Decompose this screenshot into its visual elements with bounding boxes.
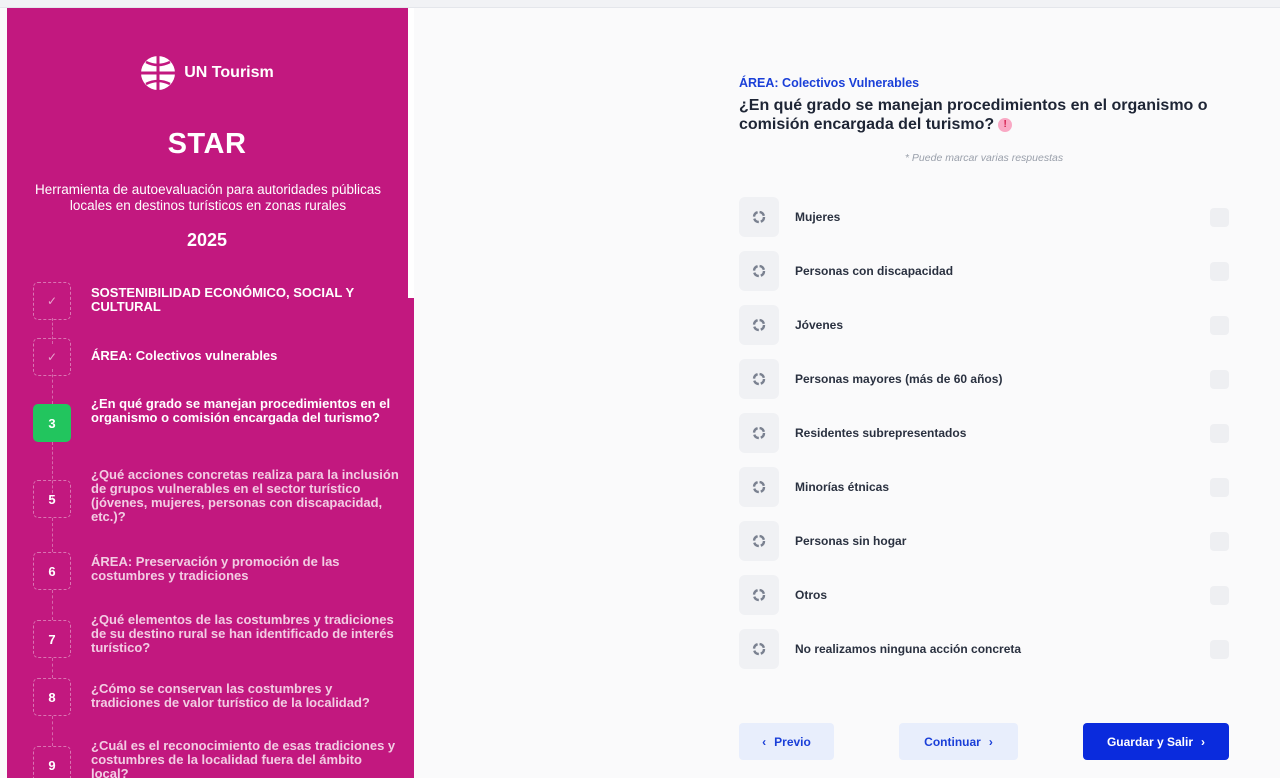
step-label: ¿Cómo se conservan las costumbres y trad… — [91, 681, 370, 710]
question-panel: ÁREA: Colectivos Vulnerables ¿En qué gra… — [414, 8, 1280, 778]
spinner-icon — [739, 467, 779, 507]
multi-select-hint: * Puede marcar varias respuestas — [904, 152, 1064, 164]
answer-checkbox[interactable] — [1210, 208, 1229, 227]
save-and-exit-button[interactable]: Guardar y Salir › — [1083, 723, 1229, 760]
question-text: ¿En qué grado se manejan procedimientos … — [739, 97, 1208, 133]
step-label: ¿Qué elementos de las costumbres y tradi… — [91, 612, 394, 655]
continue-button-label: Continuar — [924, 734, 981, 749]
answer-option-label: Otros — [795, 588, 828, 602]
step-check-icon: ✓ — [33, 282, 71, 320]
answer-option-label: Personas con discapacidad — [795, 264, 954, 278]
answer-option[interactable]: No realizamos ninguna acción concreta — [739, 629, 1229, 669]
answer-option[interactable]: Mujeres — [739, 197, 1229, 237]
step-number-badge: 6 — [33, 552, 71, 590]
answer-option[interactable]: Personas con discapacidad — [739, 251, 1229, 291]
step-label: ¿Qué acciones concretas realiza para la … — [91, 467, 399, 524]
spinner-icon — [739, 251, 779, 291]
step-number-badge: 9 — [33, 746, 71, 778]
step-number-badge: 8 — [33, 678, 71, 716]
step-label: ÁREA: Preservación y promoción de las co… — [91, 554, 340, 583]
chevron-left-icon: ‹ — [762, 734, 767, 749]
step-item[interactable]: 6 ÁREA: Preservación y promoción de las … — [33, 552, 403, 590]
step-item[interactable]: 8 ¿Cómo se conservan las costumbres y tr… — [33, 678, 403, 716]
step-item-active[interactable]: 3 ¿En qué grado se manejan procedimiento… — [33, 397, 403, 442]
step-connector — [52, 590, 53, 620]
progress-steps: ✓ SOSTENIBILIDAD ECONÓMICO, SOCIAL Y CUL… — [7, 8, 414, 778]
spinner-icon — [739, 575, 779, 615]
question-title: ¿En qué grado se manejan procedimientos … — [739, 96, 1229, 134]
answer-checkbox[interactable] — [1210, 370, 1229, 389]
previous-button-label: Previo — [774, 734, 811, 749]
step-item[interactable]: 9 ¿Cuál es el reconocimiento de esas tra… — [33, 739, 403, 778]
step-connector — [52, 658, 53, 678]
answer-option[interactable]: Minorías étnicas — [739, 467, 1229, 507]
required-warning-icon: ! — [998, 118, 1013, 132]
spinner-icon — [739, 359, 779, 399]
answer-option[interactable]: Personas sin hogar — [739, 521, 1229, 561]
step-item[interactable]: 7 ¿Qué elementos de las costumbres y tra… — [33, 613, 403, 658]
answer-option[interactable]: Residentes subrepresentados — [739, 413, 1229, 453]
answer-option-label: Personas mayores (más de 60 años) — [795, 372, 1003, 386]
answer-checkbox[interactable] — [1210, 316, 1229, 335]
save-and-exit-button-label: Guardar y Salir — [1106, 734, 1194, 749]
chevron-right-icon: › — [988, 734, 993, 749]
answer-option-label: Jóvenes — [795, 318, 844, 332]
step-label: ¿Cuál es el reconocimiento de esas tradi… — [91, 738, 396, 778]
answer-option-label: Residentes subrepresentados — [795, 426, 967, 440]
spinner-icon — [739, 413, 779, 453]
answer-checkbox[interactable] — [1210, 640, 1229, 659]
browser-top-strip — [0, 0, 1280, 8]
answer-options: Mujeres Personas con discapacidad Jóvene… — [739, 197, 1229, 683]
chevron-right-icon: › — [1201, 734, 1206, 749]
step-label: SOSTENIBILIDAD ECONÓMICO, SOCIAL Y CULTU… — [91, 285, 354, 314]
spinner-icon — [739, 629, 779, 669]
answer-checkbox[interactable] — [1210, 586, 1229, 605]
step-connector — [52, 716, 53, 746]
step-label: ÁREA: Colectivos vulnerables — [91, 348, 278, 363]
answer-option[interactable]: Personas mayores (más de 60 años) — [739, 359, 1229, 399]
answer-option-label: No realizamos ninguna acción concreta — [795, 642, 1022, 656]
step-check-icon: ✓ — [33, 338, 71, 376]
answer-checkbox[interactable] — [1210, 478, 1229, 497]
step-item[interactable]: 5 ¿Qué acciones concretas realiza para l… — [33, 468, 403, 524]
answer-option-label: Mujeres — [795, 210, 841, 224]
step-item[interactable]: ✓ ÁREA: Colectivos vulnerables — [33, 338, 403, 376]
area-title: ÁREA: Colectivos Vulnerables — [739, 76, 920, 90]
answer-checkbox[interactable] — [1210, 532, 1229, 551]
answer-checkbox[interactable] — [1210, 262, 1229, 281]
sidebar: UN Tourism STAR Herramienta de autoevalu… — [7, 8, 414, 778]
step-number-badge: 5 — [33, 480, 71, 518]
answer-checkbox[interactable] — [1210, 424, 1229, 443]
spinner-icon — [739, 521, 779, 561]
continue-button[interactable]: Continuar › — [899, 723, 1018, 760]
answer-option-label: Personas sin hogar — [795, 534, 907, 548]
answer-option[interactable]: Otros — [739, 575, 1229, 615]
answer-option[interactable]: Jóvenes — [739, 305, 1229, 345]
step-item[interactable]: ✓ SOSTENIBILIDAD ECONÓMICO, SOCIAL Y CUL… — [33, 282, 403, 320]
spinner-icon — [739, 305, 779, 345]
step-label: ¿En qué grado se manejan procedimientos … — [91, 396, 391, 425]
previous-button[interactable]: ‹ Previo — [739, 723, 834, 760]
step-number-badge: 7 — [33, 620, 71, 658]
step-number-badge: 3 — [33, 404, 71, 442]
spinner-icon — [739, 197, 779, 237]
answer-option-label: Minorías étnicas — [795, 480, 890, 494]
